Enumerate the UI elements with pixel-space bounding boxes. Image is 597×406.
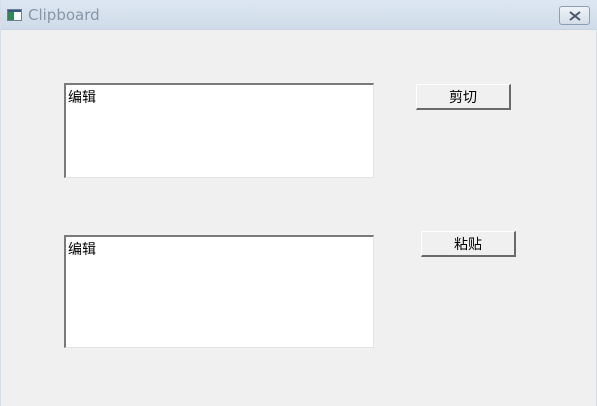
close-x-icon	[568, 10, 581, 21]
clipboard-window: Clipboard 编辑 剪切 编辑 粘贴	[0, 0, 597, 406]
close-button[interactable]	[559, 6, 590, 25]
window-title: Clipboard	[28, 6, 100, 24]
paste-button[interactable]: 粘贴	[421, 231, 516, 257]
cut-button-label: 剪切	[449, 89, 477, 106]
bottom-edit-textarea[interactable]: 编辑	[64, 235, 374, 348]
paste-button-label: 粘贴	[454, 236, 482, 253]
top-edit-textarea[interactable]: 编辑	[64, 83, 374, 178]
title-bar[interactable]: Clipboard	[1, 0, 597, 30]
cut-button[interactable]: 剪切	[416, 84, 511, 110]
app-window-icon	[7, 9, 22, 21]
